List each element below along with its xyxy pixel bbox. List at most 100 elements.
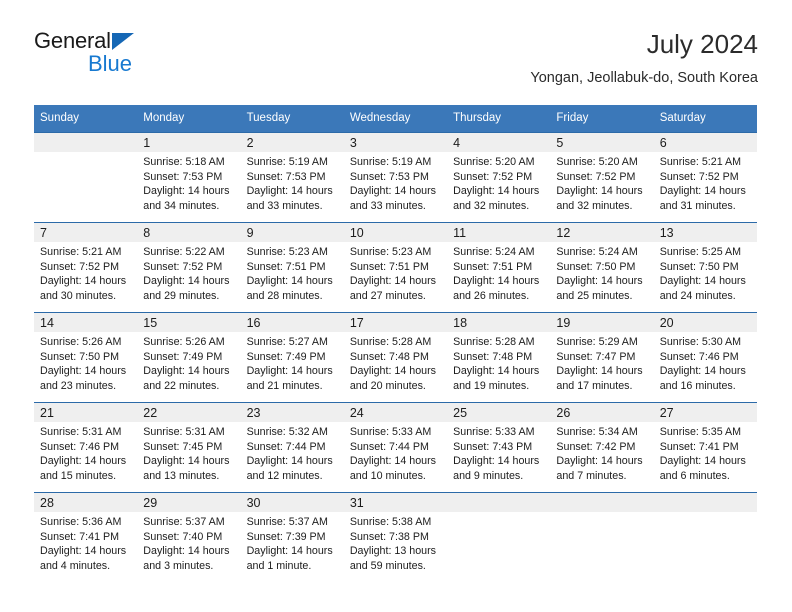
- day-detail-line: Sunrise: 5:32 AM: [246, 426, 328, 438]
- day-details: Sunrise: 5:33 AM Sunset: 7:43 PM Daylight:…: [447, 422, 550, 483]
- day-number: 5: [550, 133, 654, 152]
- day-number: [34, 133, 138, 152]
- page-header: General Blue July 2024 Yongan, Jeollabuk…: [34, 28, 758, 96]
- day-number: 26: [550, 403, 654, 422]
- day-detail-line: Sunset: 7:50 PM: [40, 350, 120, 363]
- calendar-day-cell[interactable]: 20 Sunrise: 5:30 AM Sunset: 7:46 PM Dayligh…: [653, 312, 757, 403]
- day-detail-line: Daylight: 14 hours: [453, 365, 540, 378]
- day-details: Sunrise: 5:38 AM Sunset: 7:38 PM Daylight:…: [344, 512, 447, 573]
- calendar-grid: Sunday Monday Tuesday Wednesday Thursday Frid…: [34, 105, 757, 583]
- calendar-day-cell[interactable]: 9 Sunrise: 5:23 AM Sunset: 7:51 PM Daylight…: [240, 222, 344, 313]
- generalblue-logo: General Blue: [34, 28, 234, 84]
- day-details: Sunrise: 5:20 AM Sunset: 7:52 PM Daylight:…: [447, 152, 550, 213]
- calendar-day-cell[interactable]: 30 Sunrise: 5:37 AM Sunset: 7:39 PM Dayligh…: [240, 492, 344, 583]
- day-detail-line: Sunset: 7:52 PM: [659, 170, 739, 183]
- calendar-day-cell[interactable]: 2 Sunrise: 5:19 AM Sunset: 7:53 PM Daylight…: [240, 132, 344, 223]
- calendar-day-cell[interactable]: 19 Sunrise: 5:29 AM Sunset: 7:47 PM Dayligh…: [550, 312, 654, 403]
- day-details: Sunrise: 5:28 AM Sunset: 7:48 PM Daylight:…: [344, 332, 447, 393]
- calendar-day-cell[interactable]: 24 Sunrise: 5:33 AM Sunset: 7:44 PM Dayligh…: [343, 402, 448, 493]
- day-detail-line: Daylight: 14 hours: [246, 365, 333, 378]
- weekday-header-tuesday: Tuesday: [240, 105, 344, 133]
- calendar-day-cell[interactable]: 25 Sunrise: 5:33 AM Sunset: 7:43 PM Dayligh…: [447, 402, 551, 493]
- calendar-day-cell[interactable]: 27 Sunrise: 5:35 AM Sunset: 7:41 PM Dayligh…: [653, 402, 757, 493]
- day-detail-line: Sunset: 7:44 PM: [246, 440, 326, 453]
- calendar-day-cell[interactable]: 8 Sunrise: 5:22 AM Sunset: 7:52 PM Daylight…: [137, 222, 241, 313]
- calendar-day-cell[interactable]: 13 Sunrise: 5:25 AM Sunset: 7:50 PM Dayligh…: [653, 222, 757, 313]
- day-detail-line: Sunrise: 5:21 AM: [40, 246, 122, 258]
- calendar-day-cell[interactable]: 1 Sunrise: 5:18 AM Sunset: 7:53 PM Daylight…: [137, 132, 241, 223]
- day-number: [653, 493, 757, 512]
- day-detail-line: Sunrise: 5:26 AM: [40, 336, 122, 348]
- day-number: 14: [34, 313, 138, 332]
- calendar-day-cell[interactable]: 5 Sunrise: 5:20 AM Sunset: 7:52 PM Daylight…: [550, 132, 654, 223]
- day-detail-line: Daylight: 14 hours: [143, 545, 230, 558]
- calendar-day-cell[interactable]: 18 Sunrise: 5:28 AM Sunset: 7:48 PM Dayligh…: [447, 312, 551, 403]
- day-detail-line: and 9 minutes.: [453, 469, 524, 482]
- day-detail-line: Sunrise: 5:33 AM: [349, 426, 432, 438]
- day-detail-line: Sunset: 7:47 PM: [556, 350, 636, 363]
- calendar-day-cell[interactable]: 26 Sunrise: 5:34 AM Sunset: 7:42 PM Dayligh…: [550, 402, 654, 493]
- day-detail-line: Sunrise: 5:24 AM: [453, 246, 535, 258]
- day-details: Sunrise: 5:25 AM Sunset: 7:50 PM Daylight:…: [654, 242, 757, 303]
- page-title: July 2024: [646, 29, 758, 59]
- calendar-day-cell[interactable]: 16 Sunrise: 5:27 AM Sunset: 7:49 PM Dayligh…: [240, 312, 344, 403]
- day-detail-line: Sunrise: 5:23 AM: [349, 246, 432, 258]
- calendar-day-cell[interactable]: 28 Sunrise: 5:36 AM Sunset: 7:41 PM Dayligh…: [34, 492, 138, 583]
- day-detail-line: Sunrise: 5:26 AM: [143, 336, 225, 348]
- day-details: Sunrise: 5:24 AM Sunset: 7:50 PM Daylight:…: [550, 242, 653, 303]
- calendar-body: 1 Sunrise: 5:18 AM Sunset: 7:53 PM Daylight…: [34, 132, 757, 583]
- calendar-day-cell[interactable]: 31 Sunrise: 5:38 AM Sunset: 7:38 PM Dayligh…: [343, 492, 448, 583]
- day-number: 12: [550, 223, 654, 242]
- day-detail-line: Sunset: 7:44 PM: [349, 440, 429, 453]
- day-detail-line: Daylight: 14 hours: [40, 455, 127, 468]
- calendar-page: General Blue July 2024 Yongan, Jeollabuk…: [0, 0, 792, 612]
- day-detail-line: and 27 minutes.: [349, 289, 426, 302]
- calendar-day-cell[interactable]: 10 Sunrise: 5:23 AM Sunset: 7:51 PM Dayligh…: [343, 222, 448, 313]
- day-detail-line: Daylight: 14 hours: [246, 275, 333, 288]
- calendar-day-cell[interactable]: 15 Sunrise: 5:26 AM Sunset: 7:49 PM Dayligh…: [137, 312, 241, 403]
- calendar-day-cell[interactable]: 4 Sunrise: 5:20 AM Sunset: 7:52 PM Daylight…: [447, 132, 551, 223]
- day-number: 8: [137, 223, 241, 242]
- calendar-day-cell-empty: [447, 492, 551, 583]
- day-detail-line: and 34 minutes.: [143, 199, 220, 212]
- day-detail-line: Daylight: 14 hours: [453, 455, 540, 468]
- day-detail-line: Sunset: 7:41 PM: [40, 530, 120, 543]
- weekday-header-sunday: Sunday: [34, 105, 138, 133]
- day-detail-line: and 25 minutes.: [556, 289, 633, 302]
- day-details: Sunrise: 5:24 AM Sunset: 7:51 PM Daylight:…: [447, 242, 550, 303]
- day-details: Sunrise: 5:37 AM Sunset: 7:39 PM Daylight:…: [241, 512, 344, 573]
- day-detail-line: Daylight: 14 hours: [40, 275, 127, 288]
- day-details: Sunrise: 5:18 AM Sunset: 7:53 PM Daylight:…: [137, 152, 240, 213]
- day-detail-line: Daylight: 14 hours: [453, 185, 540, 198]
- day-detail-line: Daylight: 14 hours: [556, 185, 643, 198]
- day-detail-line: and 59 minutes.: [349, 559, 426, 572]
- weekday-header-monday: Monday: [137, 105, 241, 133]
- calendar-day-cell[interactable]: 29 Sunrise: 5:37 AM Sunset: 7:40 PM Dayligh…: [137, 492, 241, 583]
- day-detail-line: Sunrise: 5:21 AM: [659, 156, 742, 168]
- day-detail-line: Daylight: 14 hours: [143, 365, 230, 378]
- calendar-day-cell[interactable]: 21 Sunrise: 5:31 AM Sunset: 7:46 PM Dayligh…: [34, 402, 138, 493]
- day-detail-line: and 19 minutes.: [453, 379, 530, 392]
- day-detail-line: Sunset: 7:51 PM: [453, 260, 533, 273]
- day-detail-line: Daylight: 14 hours: [349, 275, 436, 288]
- day-details: Sunrise: 5:36 AM Sunset: 7:41 PM Daylight:…: [34, 512, 137, 573]
- calendar-week-row: 28 Sunrise: 5:36 AM Sunset: 7:41 PM Dayligh…: [34, 492, 757, 583]
- calendar-day-cell[interactable]: 3 Sunrise: 5:19 AM Sunset: 7:53 PM Daylight…: [343, 132, 448, 223]
- day-details: Sunrise: 5:21 AM Sunset: 7:52 PM Daylight:…: [34, 242, 137, 303]
- day-detail-line: Sunrise: 5:33 AM: [453, 426, 535, 438]
- day-details: [447, 512, 550, 515]
- calendar-day-cell[interactable]: 7 Sunrise: 5:21 AM Sunset: 7:52 PM Daylight…: [34, 222, 138, 313]
- day-detail-line: Sunrise: 5:34 AM: [556, 426, 638, 438]
- calendar-day-cell[interactable]: 17 Sunrise: 5:28 AM Sunset: 7:48 PM Dayligh…: [343, 312, 448, 403]
- calendar-day-cell[interactable]: 12 Sunrise: 5:24 AM Sunset: 7:50 PM Dayligh…: [550, 222, 654, 313]
- calendar-day-cell[interactable]: 14 Sunrise: 5:26 AM Sunset: 7:50 PM Dayligh…: [34, 312, 138, 403]
- day-detail-line: and 31 minutes.: [659, 199, 736, 212]
- day-detail-line: Sunset: 7:46 PM: [40, 440, 120, 453]
- calendar-day-cell[interactable]: 11 Sunrise: 5:24 AM Sunset: 7:51 PM Dayligh…: [447, 222, 551, 313]
- day-number: 10: [343, 223, 448, 242]
- day-number: 2: [240, 133, 344, 152]
- calendar-day-cell[interactable]: 23 Sunrise: 5:32 AM Sunset: 7:44 PM Dayligh…: [240, 402, 344, 493]
- calendar-day-cell[interactable]: 6 Sunrise: 5:21 AM Sunset: 7:52 PM Daylight…: [653, 132, 757, 223]
- day-number: 27: [653, 403, 757, 422]
- calendar-day-cell[interactable]: 22 Sunrise: 5:31 AM Sunset: 7:45 PM Dayligh…: [137, 402, 241, 493]
